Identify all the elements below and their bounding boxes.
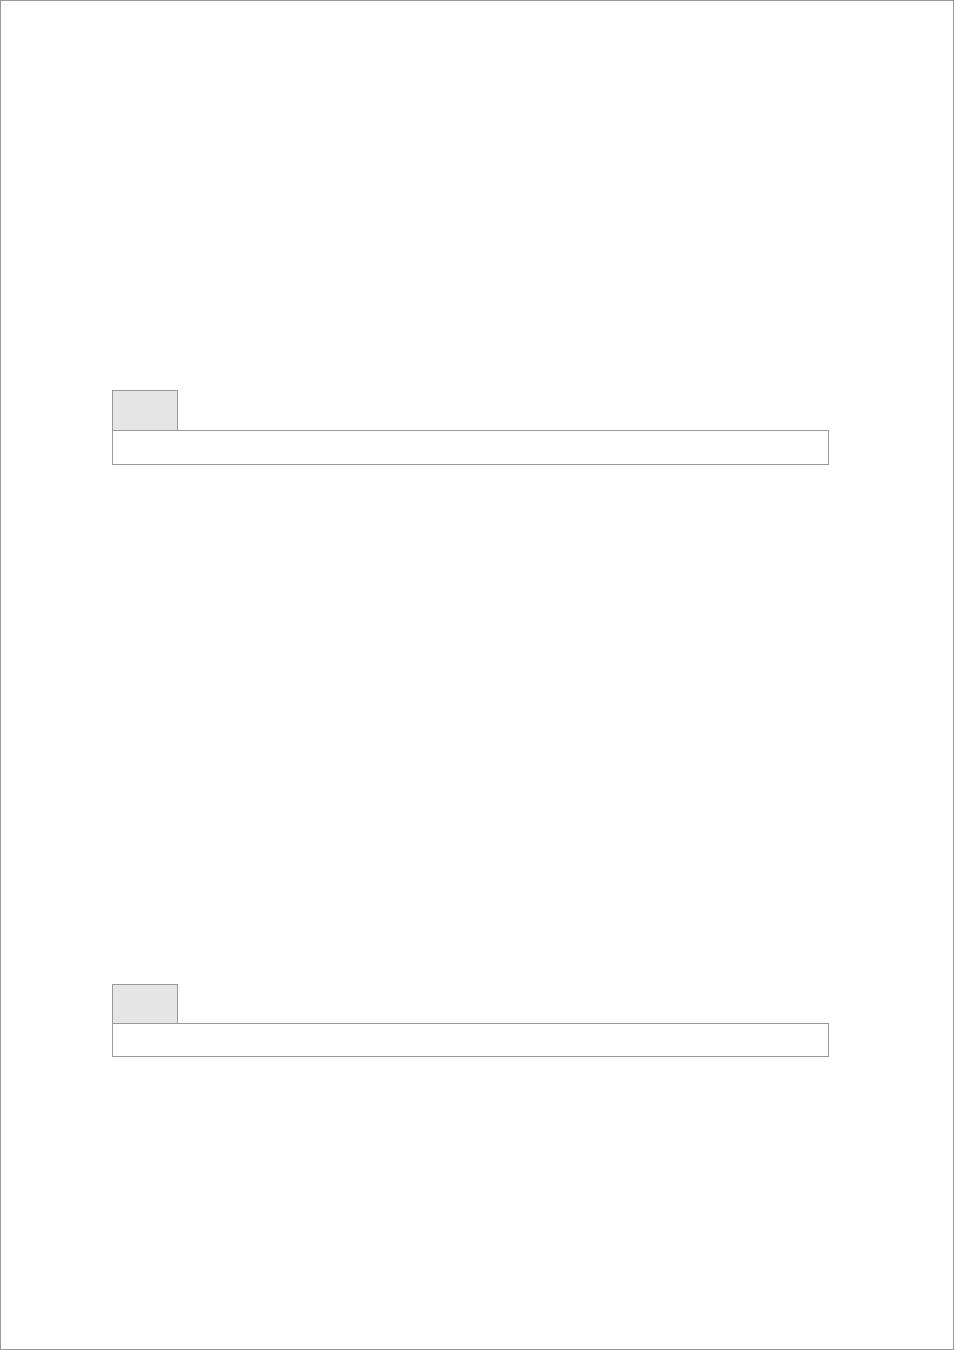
page-container (0, 0, 954, 1350)
content-bar-lower (112, 1023, 829, 1057)
tab-box-lower (112, 984, 829, 1057)
tab-box-upper (112, 390, 829, 465)
tab-upper (112, 390, 178, 431)
tab-lower (112, 984, 178, 1024)
content-bar-upper (112, 430, 829, 465)
